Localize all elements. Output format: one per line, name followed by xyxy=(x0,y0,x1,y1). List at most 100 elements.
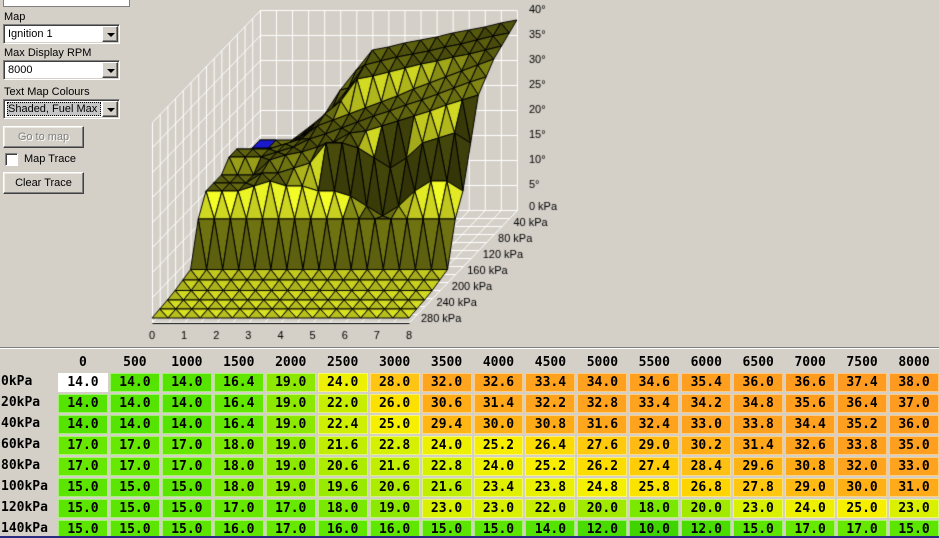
map-cell[interactable]: 34.8 xyxy=(733,394,784,413)
map-cell[interactable]: 36.0 xyxy=(889,415,939,434)
map-cell[interactable]: 14.0 xyxy=(58,373,108,392)
map-cell[interactable]: 35.0 xyxy=(889,436,939,455)
map-cell[interactable]: 28.0 xyxy=(369,373,420,392)
map-cell[interactable]: 22.4 xyxy=(317,415,368,434)
map-cell[interactable]: 24.0 xyxy=(317,373,368,392)
map-cell[interactable]: 27.4 xyxy=(629,457,680,476)
map-cell[interactable]: 22.8 xyxy=(421,457,472,476)
map-cell[interactable]: 14.0 xyxy=(58,415,108,434)
map-cell[interactable]: 24.8 xyxy=(577,478,628,497)
map-cell[interactable]: 19.6 xyxy=(317,478,368,497)
map-cell[interactable]: 24.0 xyxy=(785,499,836,518)
map-cell[interactable]: 15.0 xyxy=(58,478,108,497)
map-cell[interactable]: 17.0 xyxy=(213,499,264,518)
map-cell[interactable]: 18.0 xyxy=(213,478,264,497)
map-cell[interactable]: 27.8 xyxy=(733,478,784,497)
map-cell[interactable]: 14.0 xyxy=(161,415,212,434)
map-cell[interactable]: 31.4 xyxy=(733,436,784,455)
map-cell[interactable]: 37.4 xyxy=(837,373,888,392)
map-cell[interactable]: 36.6 xyxy=(785,373,836,392)
map-cell[interactable]: 16.4 xyxy=(213,394,264,413)
colours-combobox-dropdown-button[interactable] xyxy=(102,101,118,117)
map-cell[interactable]: 14.0 xyxy=(58,394,108,413)
map-cell[interactable]: 20.0 xyxy=(577,499,628,518)
map-cell[interactable]: 25.8 xyxy=(629,478,680,497)
map-cell[interactable]: 23.0 xyxy=(733,499,784,518)
map-cell[interactable]: 30.0 xyxy=(837,478,888,497)
colours-combobox[interactable]: Shaded, Fuel Max 1 xyxy=(3,99,120,119)
map-cell[interactable]: 29.0 xyxy=(629,436,680,455)
map-cell[interactable]: 29.6 xyxy=(733,457,784,476)
map-cell[interactable]: 20.6 xyxy=(317,457,368,476)
map-cell[interactable]: 19.0 xyxy=(265,415,316,434)
map-cell[interactable]: 31.4 xyxy=(473,394,524,413)
map-cell[interactable]: 32.0 xyxy=(837,457,888,476)
clear-trace-button[interactable]: Clear Trace xyxy=(3,172,84,194)
map-cell[interactable]: 21.6 xyxy=(421,478,472,497)
map-cell[interactable]: 19.0 xyxy=(265,394,316,413)
map-cell[interactable]: 18.0 xyxy=(629,499,680,518)
map-cell[interactable]: 33.8 xyxy=(733,415,784,434)
map-cell[interactable]: 22.8 xyxy=(369,436,420,455)
map-cell[interactable]: 21.6 xyxy=(369,457,420,476)
map-cell[interactable]: 30.0 xyxy=(473,415,524,434)
map-cell[interactable]: 15.0 xyxy=(161,478,212,497)
map-cell[interactable]: 14.0 xyxy=(109,394,160,413)
map-cell[interactable]: 17.0 xyxy=(161,457,212,476)
map-cell[interactable]: 21.6 xyxy=(317,436,368,455)
map-trace-checkbox[interactable] xyxy=(5,153,18,166)
map-cell[interactable]: 28.4 xyxy=(681,457,732,476)
map-cell[interactable]: 34.6 xyxy=(629,373,680,392)
map-cell[interactable]: 30.8 xyxy=(525,415,576,434)
map-cell[interactable]: 24.0 xyxy=(421,436,472,455)
map-cell[interactable]: 14.0 xyxy=(109,415,160,434)
map-cell[interactable]: 20.0 xyxy=(681,499,732,518)
map-cell[interactable]: 23.0 xyxy=(421,499,472,518)
map-cell[interactable]: 24.0 xyxy=(473,457,524,476)
map-cell[interactable]: 31.6 xyxy=(577,415,628,434)
map-cell[interactable]: 34.2 xyxy=(681,394,732,413)
map-cell[interactable]: 20.6 xyxy=(369,478,420,497)
map-cell[interactable]: 32.8 xyxy=(577,394,628,413)
map-cell[interactable]: 36.4 xyxy=(837,394,888,413)
ignition-3d-surface[interactable] xyxy=(130,0,630,348)
map-cell[interactable]: 15.0 xyxy=(109,478,160,497)
map-cell[interactable]: 33.0 xyxy=(889,457,939,476)
map-cell[interactable]: 17.0 xyxy=(58,457,108,476)
map-cell[interactable]: 19.0 xyxy=(265,478,316,497)
map-cell[interactable]: 19.0 xyxy=(265,457,316,476)
map-cell[interactable]: 30.6 xyxy=(421,394,472,413)
map-cell[interactable]: 15.0 xyxy=(58,499,108,518)
map-cell[interactable]: 26.8 xyxy=(681,478,732,497)
map-combobox[interactable]: Ignition 1 xyxy=(3,24,120,44)
map-cell[interactable]: 32.4 xyxy=(629,415,680,434)
map-cell[interactable]: 17.0 xyxy=(58,436,108,455)
map-cell[interactable]: 34.0 xyxy=(577,373,628,392)
map-cell[interactable]: 14.0 xyxy=(161,373,212,392)
map-cell[interactable]: 23.0 xyxy=(473,499,524,518)
map-cell[interactable]: 14.0 xyxy=(109,373,160,392)
map-cell[interactable]: 33.0 xyxy=(681,415,732,434)
map-cell[interactable]: 17.0 xyxy=(265,499,316,518)
map-cell[interactable]: 32.6 xyxy=(785,436,836,455)
map-cell[interactable]: 32.2 xyxy=(525,394,576,413)
map-cell[interactable]: 31.0 xyxy=(889,478,939,497)
map-cell[interactable]: 32.0 xyxy=(421,373,472,392)
map-cell[interactable]: 19.0 xyxy=(369,499,420,518)
map-cell[interactable]: 23.0 xyxy=(889,499,939,518)
map-cell[interactable]: 15.0 xyxy=(161,499,212,518)
map-cell[interactable]: 16.4 xyxy=(213,373,264,392)
map-cell[interactable]: 30.2 xyxy=(681,436,732,455)
map-cell[interactable]: 37.0 xyxy=(889,394,939,413)
map-cell[interactable]: 26.0 xyxy=(369,394,420,413)
map-cell[interactable]: 19.0 xyxy=(265,436,316,455)
map-cell[interactable]: 33.4 xyxy=(629,394,680,413)
map-cell[interactable]: 38.0 xyxy=(889,373,939,392)
rpm-combobox[interactable]: 8000 xyxy=(3,60,120,80)
map-cell[interactable]: 18.0 xyxy=(317,499,368,518)
map-cell[interactable]: 25.0 xyxy=(837,499,888,518)
map-combobox-dropdown-button[interactable] xyxy=(102,26,118,42)
map-cell[interactable]: 15.0 xyxy=(109,499,160,518)
map-cell[interactable]: 35.4 xyxy=(681,373,732,392)
map-cell[interactable]: 18.0 xyxy=(213,457,264,476)
